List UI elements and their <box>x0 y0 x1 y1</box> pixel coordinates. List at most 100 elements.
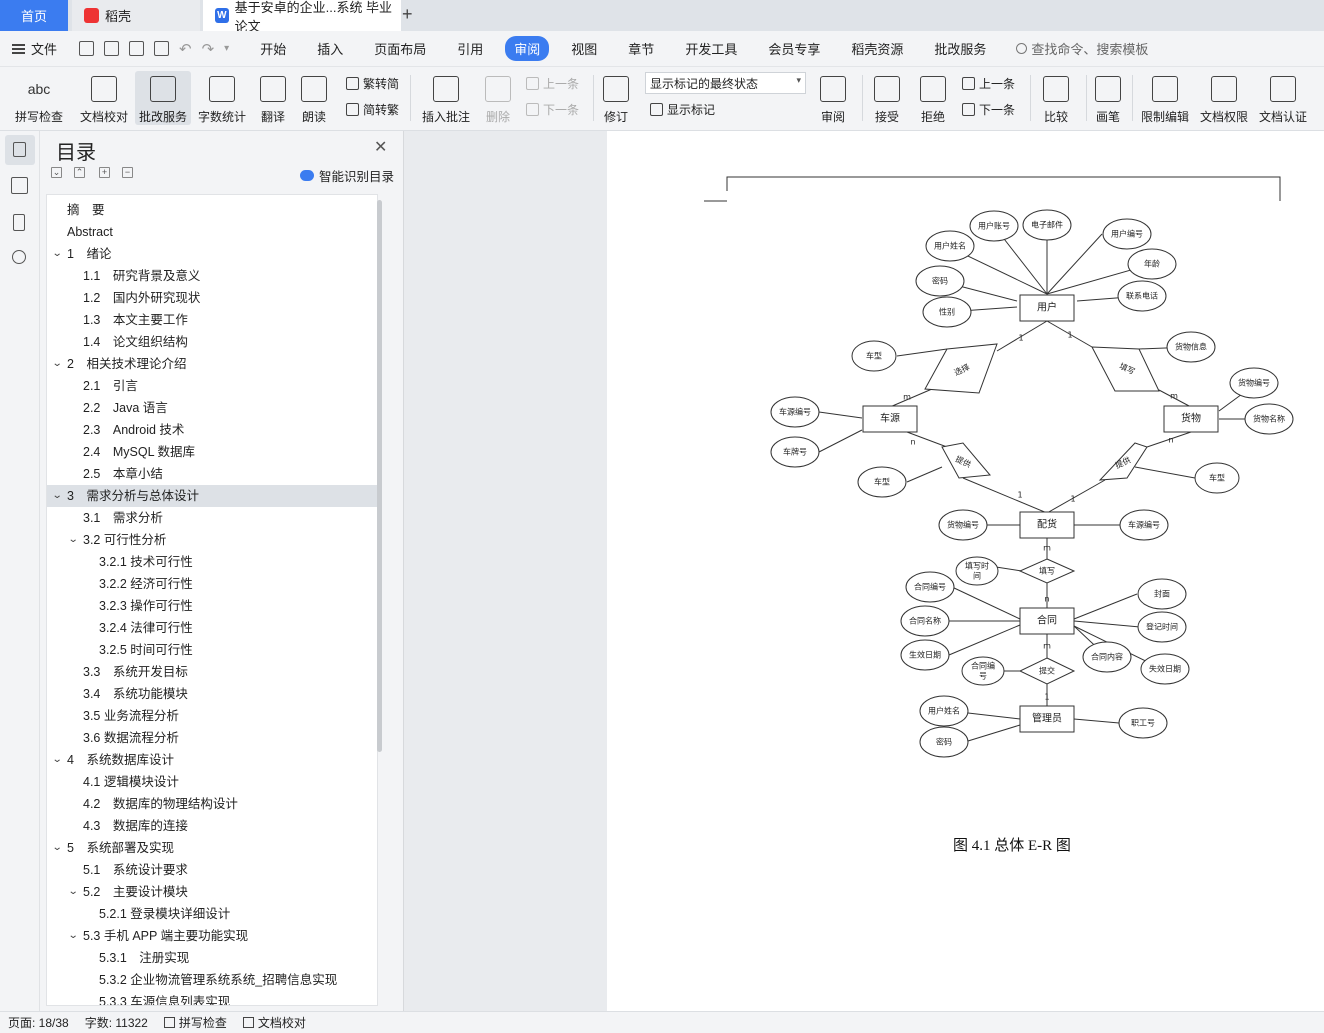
to-traditional-button[interactable]: 繁转简 <box>346 75 399 92</box>
toc-item[interactable]: 3.2.4 法律可行性 <box>47 617 377 639</box>
track-changes-button[interactable]: 修订 <box>598 71 634 125</box>
spell-check-button[interactable]: abc 拼写检查 <box>8 71 70 125</box>
markup-state-select[interactable]: 显示标记的最终状态 ▾ <box>645 72 806 94</box>
compare-button[interactable]: 比较 <box>1036 71 1076 125</box>
menu-tab[interactable]: 页面布局 <box>365 36 435 61</box>
tab-home[interactable]: 首页 <box>0 0 68 31</box>
bookmark-icon[interactable] <box>13 214 25 231</box>
chevron-down-icon[interactable]: ⌄ <box>52 243 63 265</box>
toc-item[interactable]: 3.6 数据流程分析 <box>47 727 377 749</box>
toc-item[interactable]: 4.2 数据库的物理结构设计 <box>47 793 377 815</box>
save-icon[interactable] <box>79 41 95 56</box>
doc-proof-button[interactable]: 文档校对 <box>76 71 132 125</box>
menu-tab[interactable]: 审阅 <box>505 36 550 61</box>
menu-tab[interactable]: 视图 <box>562 36 606 61</box>
review-service-button[interactable]: 批改服务 <box>135 71 191 125</box>
delete-comment-button[interactable]: 删除 <box>478 71 518 125</box>
show-markup-button[interactable]: 显示标记 <box>650 101 715 118</box>
menu-tab[interactable]: 批改服务 <box>925 36 995 61</box>
toc-item[interactable]: 3.1 需求分析 <box>47 507 377 529</box>
toc-item[interactable]: 5.3.1 注册实现 <box>47 947 377 969</box>
command-search[interactable]: 查找命令、搜索模板 <box>1016 39 1148 58</box>
toc-item[interactable]: ⌄ 1 绪论 <box>47 243 377 265</box>
toc-item[interactable]: 5.3.2 企业物流管理系统系统_招聘信息实现 <box>47 969 377 991</box>
toc-item[interactable]: 2.1 引言 <box>47 375 377 397</box>
toc-item[interactable]: 1.2 国内外研究现状 <box>47 287 377 309</box>
expand-up-icon[interactable]: ⌃ <box>74 167 85 178</box>
toc-item[interactable]: 3.2.5 时间可行性 <box>47 639 377 661</box>
to-simplified-button[interactable]: 简转繁 <box>346 101 399 118</box>
doc-cert-button[interactable]: 文档认证 <box>1256 71 1310 125</box>
chevron-down-icon[interactable]: ⌄ <box>52 353 63 375</box>
word-count-button[interactable]: 字数统计 <box>195 71 249 125</box>
tab-daoke[interactable]: 稻壳 <box>72 0 200 31</box>
toc-item[interactable]: 3.4 系统功能模块 <box>47 683 377 705</box>
tab-document[interactable]: W 基于安卓的企业...系统 毕业论文 <box>203 0 401 34</box>
pen-button[interactable]: 画笔 <box>1092 71 1124 125</box>
print-icon[interactable] <box>129 41 145 56</box>
chevron-down-icon[interactable]: ⌄ <box>52 485 63 507</box>
restrict-edit-button[interactable]: 限制编辑 <box>1140 71 1190 125</box>
menu-tab[interactable]: 引用 <box>448 36 492 61</box>
toc-item[interactable]: 1.1 研究背景及意义 <box>47 265 377 287</box>
menu-tab[interactable]: 插入 <box>308 36 352 61</box>
chevron-down-icon[interactable]: ⌄ <box>68 925 79 947</box>
toc-item[interactable]: Abstract <box>47 221 377 243</box>
toc-item[interactable]: 5.3.3 车源信息列表实现 <box>47 991 377 1005</box>
toc-item[interactable]: ⌄ 3 需求分析与总体设计 <box>47 485 377 507</box>
preview-icon[interactable] <box>154 41 170 56</box>
toc-item[interactable]: ⌄ 3.2 可行性分析 <box>47 529 377 551</box>
menu-tab[interactable]: 稻壳资源 <box>842 36 912 61</box>
close-icon[interactable]: ✕ <box>374 137 387 157</box>
search-icon[interactable] <box>12 250 26 264</box>
page-indicator[interactable]: 页面: 18/38 <box>8 1014 69 1031</box>
menu-tab[interactable]: 开始 <box>251 36 295 61</box>
menu-tab[interactable]: 会员专享 <box>759 36 829 61</box>
toc-item[interactable]: ⌄ 5.2 主要设计模块 <box>47 881 377 903</box>
toc-item[interactable]: 1.3 本文主要工作 <box>47 309 377 331</box>
toc-item[interactable]: 3.2.1 技术可行性 <box>47 551 377 573</box>
undo-icon[interactable]: ↶ <box>179 40 192 58</box>
chevron-down-icon[interactable]: ⌄ <box>52 749 63 771</box>
toc-item[interactable]: 摘 要 <box>47 199 377 221</box>
add-heading-icon[interactable]: + <box>99 167 110 178</box>
menu-tab[interactable]: 章节 <box>619 36 663 61</box>
smart-toc-button[interactable]: 智能识别目录 <box>300 166 394 185</box>
file-menu[interactable]: 文件 <box>12 39 57 58</box>
prev-comment-button[interactable]: 上一条 <box>526 75 579 92</box>
toc-item[interactable]: ⌄ 2 相关技术理论介绍 <box>47 353 377 375</box>
toc-item[interactable]: 4.1 逻辑模块设计 <box>47 771 377 793</box>
chevron-down-icon[interactable]: ▾ <box>224 43 229 54</box>
toc-item[interactable]: 2.4 MySQL 数据库 <box>47 441 377 463</box>
reject-button[interactable]: 拒绝 <box>914 71 952 125</box>
toc-item[interactable]: 3.5 业务流程分析 <box>47 705 377 727</box>
toc-item[interactable]: ⌄ 4 系统数据库设计 <box>47 749 377 771</box>
chevron-down-icon[interactable]: ⌄ <box>68 529 79 551</box>
toc-scrollbar[interactable] <box>377 200 382 752</box>
prev-change-button[interactable]: 上一条 <box>962 75 1015 92</box>
toc-item[interactable]: 3.2.3 操作可行性 <box>47 595 377 617</box>
menu-tab[interactable]: 开发工具 <box>676 36 746 61</box>
chevron-down-icon[interactable]: ⌄ <box>68 881 79 903</box>
toc-item[interactable]: 2.2 Java 语言 <box>47 397 377 419</box>
toc-item[interactable]: ⌄ 5.3 手机 APP 端主要功能实现 <box>47 925 377 947</box>
spell-status[interactable]: 拼写检查 <box>163 1014 227 1031</box>
doc-rights-button[interactable]: 文档权限 <box>1198 71 1250 125</box>
chevron-down-icon[interactable]: ⌄ <box>52 837 63 859</box>
review-pane-button[interactable]: 审阅 <box>814 71 852 125</box>
redo-icon[interactable]: ↷ <box>202 40 215 58</box>
toc-item[interactable]: 1.4 论文组织结构 <box>47 331 377 353</box>
toc-item[interactable]: 5.1 系统设计要求 <box>47 859 377 881</box>
read-aloud-button[interactable]: 朗读 <box>298 71 330 125</box>
toc-item[interactable]: ⌄ 5 系统部署及实现 <box>47 837 377 859</box>
next-comment-button[interactable]: 下一条 <box>526 101 579 118</box>
insert-comment-button[interactable]: 插入批注 <box>418 71 474 125</box>
remove-heading-icon[interactable]: − <box>122 167 133 178</box>
next-change-button[interactable]: 下一条 <box>962 101 1015 118</box>
toc-item[interactable]: 2.5 本章小结 <box>47 463 377 485</box>
chapter-icon[interactable] <box>11 177 28 194</box>
proof-status[interactable]: 文档校对 <box>242 1014 306 1031</box>
toc-item[interactable]: 3.3 系统开发目标 <box>47 661 377 683</box>
export-icon[interactable] <box>104 41 120 56</box>
new-tab-button[interactable]: + <box>402 4 413 25</box>
